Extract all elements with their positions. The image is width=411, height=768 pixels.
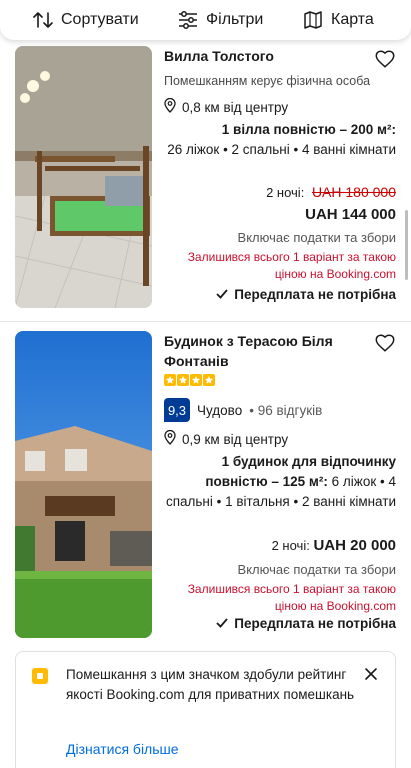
property-photo[interactable] [15, 331, 152, 638]
distance: 0,8 км від центру [164, 97, 289, 116]
availability-note: Залишився всього 1 варіант за такою ціно… [187, 250, 396, 281]
property-photo[interactable] [15, 46, 152, 308]
heart-icon[interactable] [374, 332, 396, 354]
checkmark-icon [216, 616, 228, 631]
price: UAH 144 000 [305, 206, 396, 223]
old-price: UAH 180 000 [311, 184, 396, 200]
taxes-note: Включає податки та збори [237, 562, 396, 577]
star-icon [190, 374, 202, 386]
property-card[interactable]: Будинок з Терасою Біля Фонтанів 9,3 Чудо… [0, 322, 411, 644]
unit-rooms: 26 ліжок • 2 спальні • 4 ванні кімнати [167, 142, 396, 157]
taxes-note: Включає податки та збори [237, 230, 396, 245]
map-label: Карта [331, 11, 374, 28]
banner-text: Помешкання з цим значком здобули рейтинг… [66, 667, 355, 702]
property-title[interactable]: Вилла Толстого [164, 46, 354, 66]
review-score-badge: 9,3 [164, 398, 190, 422]
prepayment-note: Передплата не потрібна [216, 616, 396, 631]
unit-details: 1 будинок для відпочинку повністю – 125 … [161, 452, 396, 512]
review-summary[interactable]: 9,3 Чудово • 96 відгуків [164, 398, 322, 422]
distance-text: 0,8 км від центру [182, 99, 289, 115]
location-pin-icon [164, 429, 176, 448]
distance: 0,9 км від центру [164, 429, 289, 448]
score-word: Чудово [197, 402, 243, 418]
property-card[interactable]: Вилла Толстого Помешканням керує фізична… [0, 44, 411, 322]
star-icon [203, 374, 215, 386]
unit-details: 1 вілла повністю – 200 м²: 26 ліжок • 2 … [161, 120, 396, 160]
prepayment-note: Передплата не потрібна [216, 287, 396, 302]
nights-label: 2 ночі: [266, 185, 305, 200]
map-icon [303, 10, 323, 30]
map-button[interactable]: Карта [303, 9, 374, 31]
sliders-icon [178, 11, 198, 29]
filter-label: Фільтри [206, 11, 264, 28]
star-icon [164, 374, 176, 386]
availability-note: Залишився всього 1 варіант за такою ціно… [187, 582, 396, 613]
prepayment-text: Передплата не потрібна [234, 287, 396, 302]
sort-arrows-icon [33, 11, 53, 29]
distance-text: 0,9 км від центру [182, 431, 289, 447]
scrollbar[interactable] [405, 210, 408, 280]
checkmark-icon [216, 287, 228, 302]
close-icon[interactable] [363, 666, 379, 682]
old-price-row: 2 ночі: UAH 180 000 [266, 184, 396, 200]
property-title[interactable]: Будинок з Терасою Біля Фонтанів [164, 331, 354, 371]
quality-badge-icon [32, 668, 48, 684]
quality-rating [164, 374, 215, 386]
review-count: • 96 відгуків [249, 402, 323, 418]
nights-label: 2 ночі: [271, 538, 310, 553]
filter-button[interactable]: Фільтри [178, 9, 263, 31]
learn-more-link[interactable]: Дізнатися більше [66, 741, 179, 757]
location-pin-icon [164, 97, 176, 116]
host-type: Помешканням керує фізична особа [164, 74, 371, 88]
price: UAH 20 000 [313, 537, 396, 554]
heart-icon[interactable] [374, 48, 396, 70]
prepayment-text: Передплата не потрібна [234, 616, 396, 631]
sort-button[interactable]: Сортувати [33, 9, 139, 31]
sort-label: Сортувати [61, 11, 139, 28]
price-row: 2 ночі: UAH 20 000 [272, 537, 396, 554]
star-icon [177, 374, 189, 386]
quality-info-banner: Помешкання з цим значком здобули рейтинг… [15, 651, 396, 768]
unit-summary: 1 вілла повністю – 200 м²: [221, 122, 396, 137]
